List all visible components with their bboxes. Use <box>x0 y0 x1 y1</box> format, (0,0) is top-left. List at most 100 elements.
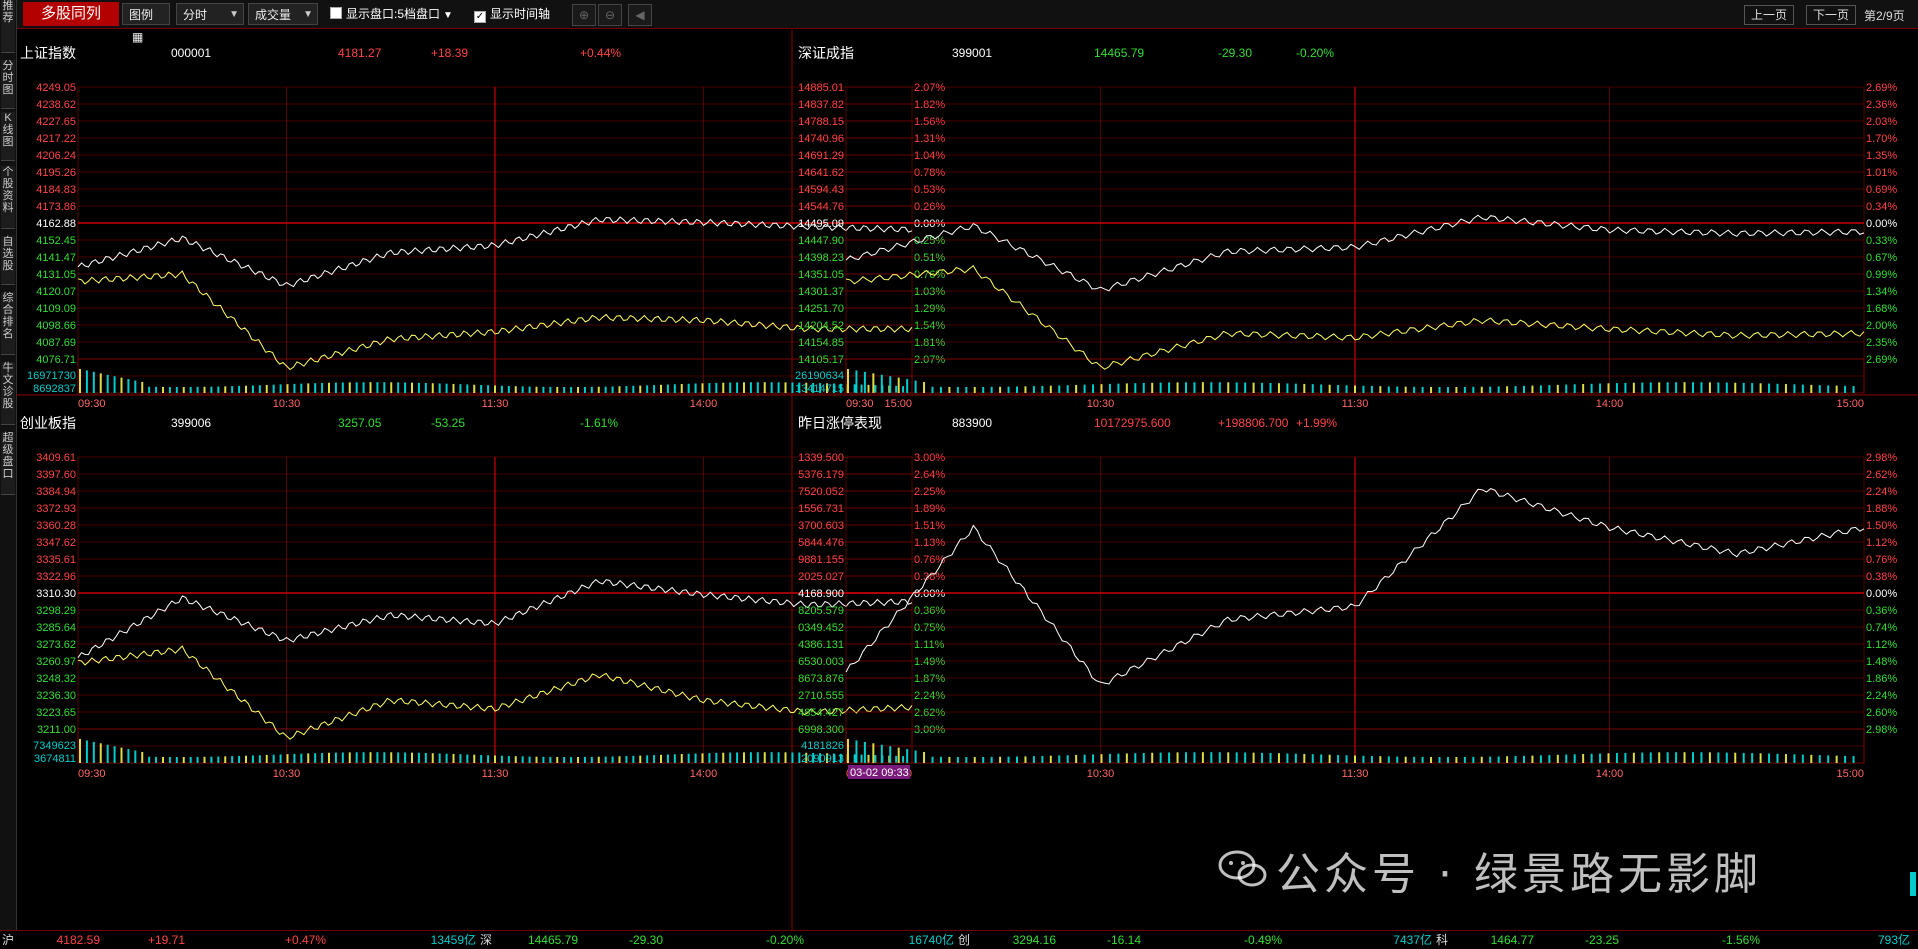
y-axis-label: 4152.45 <box>36 235 76 247</box>
y-axis-pct-label: 0.38% <box>914 571 945 583</box>
y-axis-pct-label: 2.07% <box>914 82 945 94</box>
status-price: 14465.79 <box>527 933 578 947</box>
y-axis-pct-label: 2.98% <box>1866 724 1897 736</box>
y-axis-label: 5844.476 <box>798 537 844 549</box>
panel-price: 3257.05 <box>338 416 382 430</box>
y-axis-pct-label: 0.38% <box>1866 571 1897 583</box>
y-axis-label: 0349.452 <box>798 622 844 634</box>
time-axis-label: 11:30 <box>482 768 509 780</box>
y-axis-label: 9881.155 <box>798 554 844 566</box>
y-axis-label: 3285.64 <box>36 622 76 634</box>
status-amount: 16740亿 <box>908 933 954 947</box>
time-axis-label: 15:00 <box>884 398 912 410</box>
y-axis-pct-label: 1.34% <box>1866 286 1897 298</box>
y-axis-label: 6530.003 <box>798 656 844 668</box>
y-axis-label: 14105.17 <box>798 354 844 366</box>
panel-title: 创业板指 <box>20 415 76 431</box>
panel-code: 000001 <box>171 46 211 60</box>
y-axis-label: 3236.30 <box>36 690 76 702</box>
time-axis-label: 15:00 <box>1836 398 1864 410</box>
time-axis-label: 10:30 <box>273 768 301 780</box>
status-pct: -1.56% <box>1721 933 1760 947</box>
status-change: -16.14 <box>1106 933 1141 947</box>
status-change: -23.25 <box>1584 933 1619 947</box>
y-axis-label: 4227.65 <box>36 116 76 128</box>
status-price: 3294.16 <box>1012 933 1056 947</box>
panel-pct: -0.20% <box>1296 46 1334 60</box>
y-axis-pct-label: 1.70% <box>1866 133 1897 145</box>
y-axis-label: 4386.131 <box>798 639 844 651</box>
y-axis-label: 14351.05 <box>798 269 844 281</box>
panel-code: 883900 <box>952 416 992 430</box>
cursor-time-label: 03-02 09:33 <box>850 767 909 779</box>
status-amount: 13459亿 <box>430 933 476 947</box>
y-axis-pct-label: 0.34% <box>1866 201 1897 213</box>
y-axis-pct-label: 1.81% <box>914 337 945 349</box>
y-axis-pct-label: 0.33% <box>1866 235 1897 247</box>
y-axis-pct-label: 1.68% <box>1866 303 1897 315</box>
status-item-1[interactable]: 深 14465.79 -29.30 -0.20% 16740亿 <box>478 931 956 949</box>
y-axis-pct-label: 0.00% <box>914 218 945 230</box>
status-item-0[interactable]: 沪 4182.59 +19.71 +0.47% 13459亿 <box>0 931 478 949</box>
y-axis-label: 5376.179 <box>798 469 844 481</box>
volume-axis-label: 13414715 <box>795 383 844 395</box>
y-axis-label: 14837.82 <box>798 99 844 111</box>
y-axis-pct-label: 0.99% <box>1866 269 1897 281</box>
status-item-2[interactable]: 创 3294.16 -16.14 -0.49% 7437亿 <box>956 931 1434 949</box>
y-axis-pct-label: 2.62% <box>1866 469 1897 481</box>
y-axis-pct-label: 1.82% <box>914 99 945 111</box>
watermark-text: 公众号 · 绿景路无影脚 <box>1276 849 1762 900</box>
status-bar: 沪 4182.59 +19.71 +0.47% 13459亿深 14465.79 -29.3… <box>0 930 1918 949</box>
y-axis-label: 14740.96 <box>798 133 844 145</box>
y-axis-pct-label: 3.00% <box>914 724 945 736</box>
y-axis-label: 4098.66 <box>36 320 76 332</box>
y-axis-label: 4109.09 <box>36 303 76 315</box>
y-axis-pct-label: 1.03% <box>914 286 945 298</box>
y-axis-label: 1556.731 <box>798 503 844 515</box>
y-axis-label: 14495.09 <box>798 218 844 230</box>
y-axis-label: 4238.62 <box>36 99 76 111</box>
y-axis-pct-label: 0.75% <box>914 622 945 634</box>
status-amount: 793亿 <box>1877 933 1910 947</box>
y-axis-label: 4206.24 <box>36 150 76 162</box>
panel-pct: -1.61% <box>580 416 618 430</box>
status-item-3[interactable]: 科 1464.77 -23.25 -1.56% 793亿 <box>1434 931 1912 949</box>
status-market: 科 <box>1436 933 1449 947</box>
y-axis-label: 4131.05 <box>36 269 76 281</box>
y-axis-label: 14301.37 <box>798 286 844 298</box>
y-axis-label: 4120.07 <box>36 286 76 298</box>
time-axis-label: 11:30 <box>482 398 509 410</box>
y-axis-label: 2025.027 <box>798 571 844 583</box>
y-axis-label: 4141.47 <box>36 252 76 264</box>
y-axis-label: 14544.76 <box>798 201 844 213</box>
y-axis-label: 4854.427 <box>798 707 844 719</box>
y-axis-label: 14885.01 <box>798 82 844 94</box>
y-axis-label: 8205.579 <box>798 605 844 617</box>
y-axis-pct-label: 1.86% <box>1866 673 1897 685</box>
scrollbar[interactable] <box>1910 872 1916 896</box>
charts-area: 上证指数 000001 4181.27 +18.39 +0.44% 4249.05 2.07… <box>16 30 1918 930</box>
time-axis-label: 10:30 <box>1087 768 1115 780</box>
y-axis-pct-label: 2.64% <box>914 469 945 481</box>
y-axis-label: 4076.71 <box>36 354 76 366</box>
panel-price: 10172975.600 <box>1094 416 1171 430</box>
status-pct: -0.49% <box>1243 933 1282 947</box>
volume-axis-label: 2090913 <box>801 753 844 765</box>
y-axis-pct-label: 2.69% <box>1866 82 1897 94</box>
volume-axis-label: 8692837 <box>33 383 76 395</box>
panel-change: +198806.700 <box>1218 416 1289 430</box>
y-axis-pct-label: 1.54% <box>914 320 945 332</box>
time-axis-label: 10:30 <box>273 398 301 410</box>
y-axis-label: 4249.05 <box>36 82 76 94</box>
status-pct: +0.47% <box>284 933 326 947</box>
y-axis-pct-label: 2.36% <box>1866 99 1897 111</box>
panel-change: +18.39 <box>431 46 468 60</box>
y-axis-label: 14594.43 <box>798 184 844 196</box>
y-axis-pct-label: 0.26% <box>914 201 945 213</box>
y-axis-pct-label: 0.36% <box>914 605 945 617</box>
status-price: 4182.59 <box>56 933 100 947</box>
y-axis-label: 14251.70 <box>798 303 844 315</box>
y-axis-pct-label: 1.56% <box>914 116 945 128</box>
y-axis-label: 3298.29 <box>36 605 76 617</box>
panel-change: -53.25 <box>431 416 465 430</box>
